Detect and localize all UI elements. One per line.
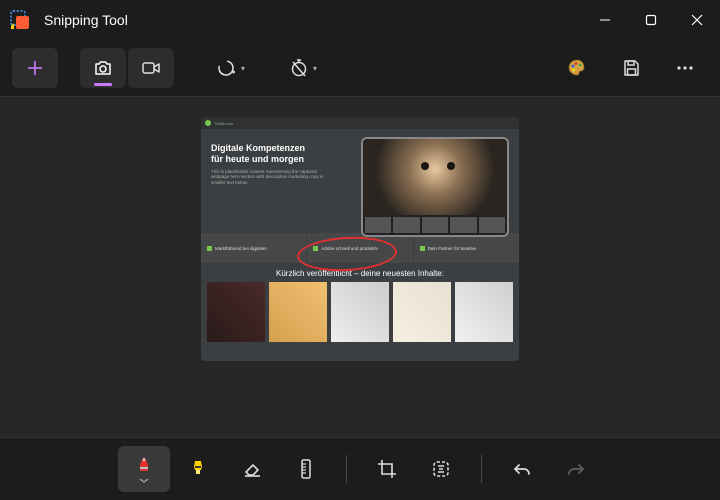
- ruler-icon: [297, 458, 315, 480]
- highlighter-icon: [188, 458, 208, 480]
- screenshot-subtext: This is placeholder content representing…: [211, 169, 331, 187]
- highlighter-tool-button[interactable]: [172, 446, 224, 492]
- shape-icon: [217, 58, 237, 78]
- separator: [481, 455, 482, 483]
- window-title: Snipping Tool: [44, 12, 128, 28]
- text-actions-icon: [430, 458, 452, 480]
- snip-shape-button[interactable]: ▾: [208, 48, 254, 88]
- undo-button[interactable]: [496, 446, 548, 492]
- minimize-button[interactable]: [582, 0, 628, 40]
- video-mode-button[interactable]: [128, 48, 174, 88]
- eraser-icon: [241, 458, 263, 480]
- undo-icon: [511, 458, 533, 480]
- maximize-icon: [645, 14, 657, 26]
- crop-tool-button[interactable]: [361, 446, 413, 492]
- delay-button[interactable]: ▾: [280, 48, 326, 88]
- text-actions-button[interactable]: [415, 446, 467, 492]
- ellipsis-icon: [675, 58, 695, 78]
- chevron-down-icon: ▾: [313, 64, 317, 73]
- crop-icon: [376, 458, 398, 480]
- titlebar: Snipping Tool: [0, 0, 720, 40]
- pen-tool-button[interactable]: [118, 446, 170, 492]
- maximize-button[interactable]: [628, 0, 674, 40]
- video-icon: [140, 57, 162, 79]
- captured-screenshot: TutKit.com Digitale Kompetenzen für heut…: [201, 117, 519, 361]
- canvas-area[interactable]: TutKit.com Digitale Kompetenzen für heut…: [0, 96, 720, 438]
- camera-icon: [92, 57, 114, 79]
- chevron-down-icon: [139, 478, 149, 483]
- minimize-icon: [599, 14, 611, 26]
- redo-button: [550, 446, 602, 492]
- bottom-toolbar: [0, 438, 720, 500]
- window-controls: [582, 0, 720, 40]
- separator: [346, 455, 347, 483]
- palette-icon: [566, 57, 588, 79]
- ruler-tool-button[interactable]: [280, 446, 332, 492]
- eraser-tool-button[interactable]: [226, 446, 278, 492]
- plus-icon: [26, 59, 44, 77]
- top-toolbar: ▾ ▾: [0, 40, 720, 96]
- close-icon: [691, 14, 703, 26]
- pen-icon: [134, 455, 154, 477]
- save-icon: [621, 58, 641, 78]
- timer-off-icon: [289, 58, 309, 78]
- close-button[interactable]: [674, 0, 720, 40]
- redo-icon: [565, 458, 587, 480]
- screenshot-recent-title: Kürzlich veröffentlicht – deine neuesten…: [201, 263, 519, 282]
- screenshot-heading-1: Digitale Kompetenzen: [211, 143, 305, 153]
- screenshot-heading-2: für heute und morgen: [211, 154, 304, 164]
- edit-in-paint-button[interactable]: [554, 48, 600, 88]
- new-snip-button[interactable]: [12, 48, 58, 88]
- chevron-down-icon: ▾: [241, 64, 245, 73]
- photo-mode-button[interactable]: [80, 48, 126, 88]
- save-button[interactable]: [608, 48, 654, 88]
- more-button[interactable]: [662, 48, 708, 88]
- app-icon: [10, 10, 30, 30]
